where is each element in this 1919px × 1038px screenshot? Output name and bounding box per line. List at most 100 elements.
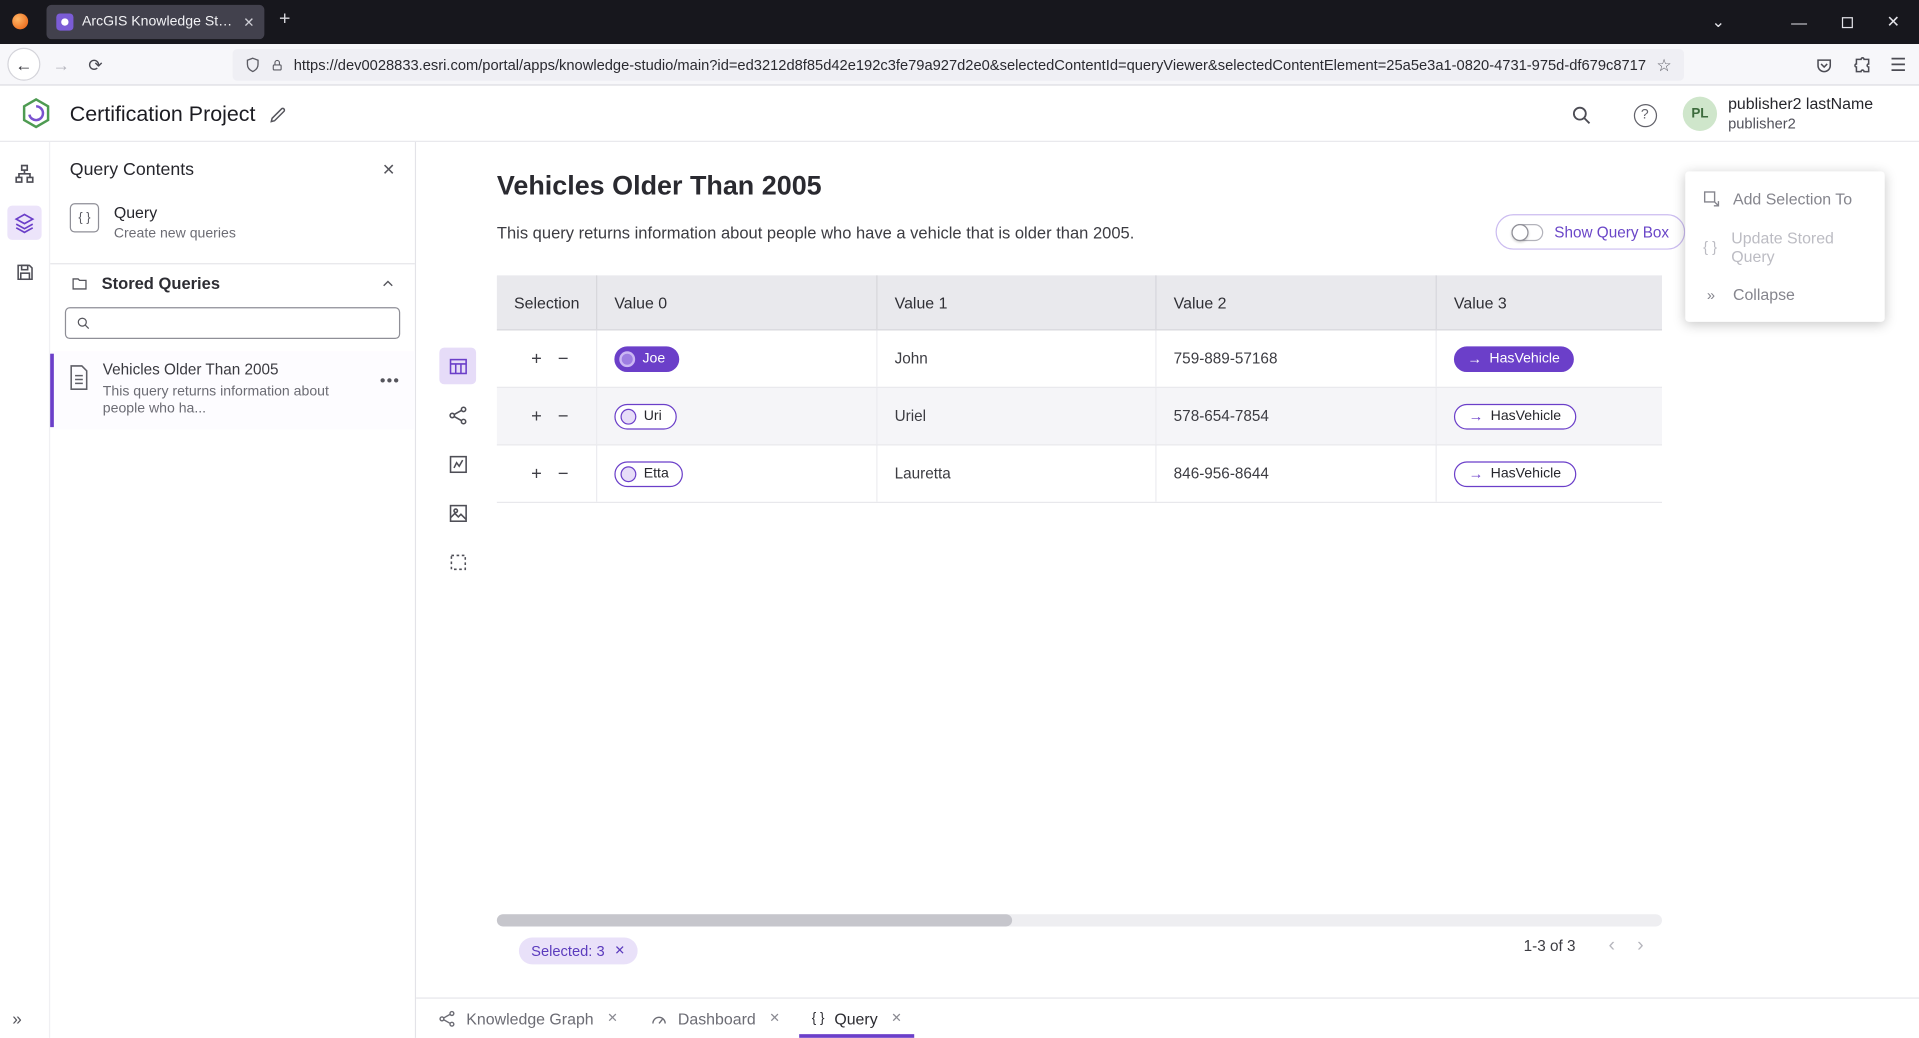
url-bar[interactable]: https://dev0028833.esri.com/portal/apps/… (233, 49, 1684, 81)
stored-queries-header[interactable]: Stored Queries (50, 263, 415, 300)
forward-button[interactable]: → (47, 50, 76, 79)
bookmark-star-icon[interactable]: ☆ (1656, 54, 1671, 75)
entity-pill[interactable]: Etta (614, 461, 683, 487)
entity-dot-icon (620, 466, 636, 482)
stored-queries-search[interactable] (65, 307, 400, 339)
previous-page-chevron-icon[interactable]: ‹ (1598, 935, 1627, 957)
layers-icon[interactable] (7, 206, 41, 240)
stored-query-item[interactable]: Vehicles Older Than 2005 This query retu… (50, 351, 415, 429)
tracking-shield-icon[interactable] (245, 56, 261, 73)
chevron-up-icon[interactable] (381, 276, 396, 291)
link-chart-icon[interactable] (439, 397, 476, 434)
browser-tab[interactable]: ArcGIS Knowledge Studio ✕ (47, 5, 265, 39)
browser-tab-strip: ArcGIS Knowledge Studio ✕ + ⌄ — ✕ (0, 0, 1919, 44)
tab-label: Dashboard (678, 1009, 756, 1027)
browser-navbar: ← → ⟳ https://dev0028833.esri.com/portal… (0, 44, 1919, 86)
tab-knowledge-graph[interactable]: Knowledge Graph ✕ (422, 999, 634, 1038)
user-info[interactable]: publisher2 lastName publisher2 (1728, 94, 1873, 133)
back-button[interactable]: ← (7, 48, 40, 81)
search-icon[interactable] (1568, 102, 1595, 129)
panel-close-icon[interactable]: ✕ (382, 160, 395, 180)
browser-profile-icon[interactable] (12, 13, 28, 29)
pocket-icon[interactable] (1809, 50, 1838, 79)
add-to-selection-button[interactable]: + (531, 348, 542, 369)
dashboard-icon (650, 1009, 668, 1027)
column-header-value1: Value 1 (878, 275, 1157, 329)
menu-item-update-stored-query[interactable]: { } Update Stored Query (1685, 223, 1884, 271)
list-tabs-chevron-icon[interactable]: ⌄ (1706, 10, 1730, 34)
table-view-icon[interactable] (439, 348, 476, 385)
lock-icon[interactable] (270, 57, 283, 73)
clear-selection-icon[interactable]: ✕ (614, 944, 625, 959)
show-query-box-toggle[interactable]: Show Query Box (1496, 214, 1685, 249)
relationship-pill[interactable]: →HasVehicle (1454, 461, 1576, 487)
cell-value: 846-956-8644 (1174, 465, 1269, 482)
new-tab-button[interactable]: + (279, 9, 290, 31)
search-input[interactable] (99, 315, 389, 332)
menu-item-collapse[interactable]: » Collapse (1685, 270, 1884, 318)
next-page-chevron-icon[interactable]: › (1626, 935, 1655, 957)
query-braces-icon: { } (812, 1011, 825, 1026)
tab-dashboard[interactable]: Dashboard ✕ (634, 999, 796, 1038)
toggle-switch[interactable] (1511, 223, 1543, 240)
contents-tree-icon[interactable] (7, 157, 41, 191)
tab-close-icon[interactable]: ✕ (891, 1011, 902, 1026)
stored-query-title: Vehicles Older Than 2005 (103, 361, 348, 378)
edit-title-pencil-icon[interactable] (264, 102, 291, 129)
add-selection-icon (1701, 190, 1721, 208)
map-icon[interactable] (439, 494, 476, 531)
remove-from-selection-button[interactable]: − (558, 348, 569, 369)
arrow-right-icon: → (1469, 408, 1484, 425)
save-icon[interactable] (7, 255, 41, 289)
selection-tools-icon[interactable] (439, 543, 476, 580)
refresh-button[interactable]: ⟳ (81, 50, 110, 79)
cell-value: Uriel (895, 408, 926, 425)
item-options-ellipsis-icon[interactable]: ••• (380, 371, 400, 389)
user-avatar[interactable]: PL (1683, 97, 1717, 131)
add-to-selection-button[interactable]: + (531, 463, 542, 484)
user-name: publisher2 lastName (1728, 94, 1873, 114)
relationship-pill[interactable]: →HasVehicle (1454, 403, 1576, 429)
expand-panel-icon[interactable]: » (12, 1008, 22, 1028)
column-header-selection: Selection (497, 275, 597, 329)
query-contents-panel: Query Contents ✕ { } Query Create new qu… (49, 142, 416, 1038)
tab-close-icon[interactable]: ✕ (607, 1011, 618, 1026)
window-close-button[interactable]: ✕ (1881, 10, 1905, 34)
remove-from-selection-button[interactable]: − (558, 463, 569, 484)
add-to-selection-button[interactable]: + (531, 406, 542, 427)
query-title: Vehicles Older Than 2005 (497, 170, 822, 202)
tab-label: Query (834, 1009, 877, 1027)
cell-value: 759-889-57168 (1174, 350, 1278, 367)
entity-pill[interactable]: Uri (614, 403, 676, 429)
tab-close-icon[interactable]: ✕ (769, 1011, 780, 1026)
tab-label: Knowledge Graph (466, 1009, 593, 1027)
scrollbar-thumb[interactable] (497, 914, 1012, 926)
tab-favicon-icon (56, 13, 73, 30)
window-minimize-button[interactable]: — (1787, 10, 1811, 34)
user-username: publisher2 (1728, 114, 1873, 134)
selected-count-chip[interactable]: Selected: 3 ✕ (519, 937, 638, 964)
pagination: 1-3 of 3 ‹ › (1524, 935, 1655, 957)
tab-close-icon[interactable]: ✕ (243, 14, 254, 30)
table-row: + − Etta Lauretta 846-956-8644 →HasVehic… (497, 445, 1662, 503)
table-row: + − Joe John 759-889-57168 →HasVehicle (497, 330, 1662, 388)
help-icon[interactable]: ? (1631, 102, 1658, 129)
arrow-right-icon: → (1467, 350, 1482, 367)
new-query-item[interactable]: { } Query Create new queries (50, 198, 415, 263)
tab-query[interactable]: { } Query ✕ (796, 999, 918, 1038)
url-text: https://dev0028833.esri.com/portal/apps/… (294, 56, 1647, 73)
cell-value: 578-654-7854 (1174, 408, 1269, 425)
table-row: + − Uri Uriel 578-654-7854 →HasVehicle (497, 388, 1662, 446)
remove-from-selection-button[interactable]: − (558, 406, 569, 427)
menu-item-add-selection-to[interactable]: Add Selection To (1685, 175, 1884, 223)
entity-pill[interactable]: Joe (614, 346, 678, 372)
horizontal-scrollbar[interactable] (497, 914, 1662, 926)
document-icon (67, 363, 90, 417)
extensions-icon[interactable] (1848, 50, 1877, 79)
toggle-label: Show Query Box (1554, 223, 1669, 240)
menu-icon[interactable]: ☰ (1884, 50, 1913, 79)
relationship-pill[interactable]: →HasVehicle (1454, 346, 1573, 372)
chart-icon[interactable] (439, 445, 476, 482)
window-maximize-button[interactable] (1835, 10, 1859, 34)
query-braces-icon: { } (70, 203, 99, 232)
